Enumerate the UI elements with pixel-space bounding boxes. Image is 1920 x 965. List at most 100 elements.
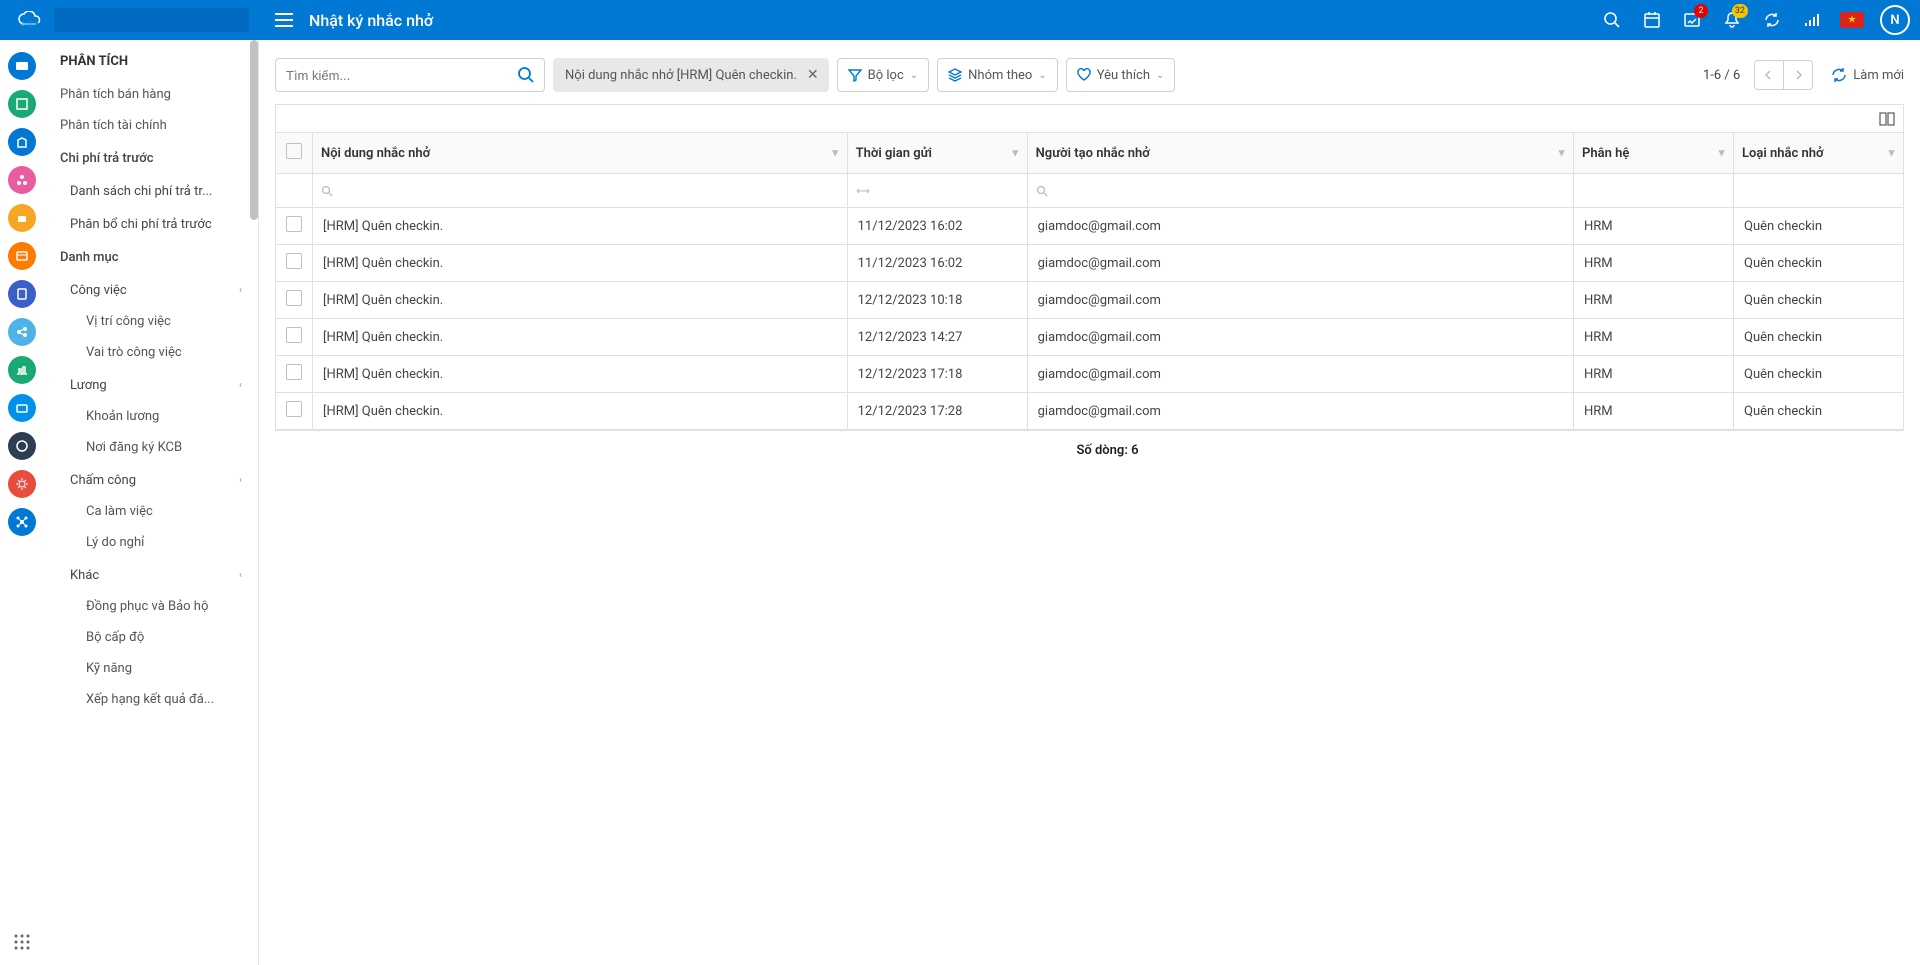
search-button[interactable] [1594,2,1630,38]
sync-button[interactable] [1754,2,1790,38]
sidebar-item-14[interactable]: Lý do nghỉ [44,527,258,558]
filter-cell-creator[interactable] [1027,174,1573,208]
rail-icon-8[interactable] [8,356,36,384]
rail-icon-4[interactable] [8,204,36,232]
filter-cell-type[interactable] [1734,174,1904,208]
rail-icon-9[interactable] [8,394,36,422]
inbox-button[interactable]: 2 [1674,2,1710,38]
filter-cell-time[interactable] [847,174,1027,208]
signal-button[interactable] [1794,2,1830,38]
row-checkbox[interactable] [286,216,302,232]
rail-icon-2[interactable] [8,128,36,156]
cell-type: Quên checkin [1734,208,1904,245]
col-header-module[interactable]: Phân hệ▼ [1574,133,1734,174]
sidebar-item-8[interactable]: Vai trò công việc [44,337,258,368]
toolbar: Nội dung nhắc nhở [HRM] Quên checkin. ✕ … [259,40,1920,104]
table-row[interactable]: [HRM] Quên checkin.11/12/2023 16:02giamd… [276,245,1904,282]
table-footer: Số dòng: 6 [275,431,1904,471]
col-header-creator[interactable]: Người tạo nhắc nhở▼ [1027,133,1573,174]
user-avatar[interactable]: N [1880,5,1910,35]
logo[interactable] [10,11,50,29]
col-filter-icon[interactable]: ▼ [1010,147,1021,160]
sidebar-item-19[interactable]: Xếp hạng kết quả đá... [44,684,258,715]
search-input[interactable] [276,68,508,83]
group-dropdown[interactable]: Nhóm theo ⌄ [937,58,1058,92]
filter-cell-module[interactable] [1574,174,1734,208]
language-button[interactable]: ★ [1834,2,1870,38]
rail-icon-12[interactable] [8,508,36,536]
cell-content: [HRM] Quên checkin. [313,319,848,356]
sidebar-item-3[interactable]: Danh sách chi phí trả tr... [44,174,258,207]
sidebar-item-2[interactable]: Chi phí trả trước [44,141,258,174]
rail-icon-0[interactable] [8,52,36,80]
rail-icon-7[interactable] [8,318,36,346]
sidebar-item-9[interactable]: Lương‹ [44,368,258,401]
filter-cell-content[interactable] [313,174,848,208]
rail-icon-5[interactable] [8,242,36,270]
row-checkbox[interactable] [286,253,302,269]
sidebar-item-6[interactable]: Công việc‹ [44,273,258,306]
sidebar-scrollbar[interactable] [250,40,258,965]
select-all-checkbox[interactable] [286,143,302,159]
prev-page-button[interactable] [1754,60,1784,90]
table-row[interactable]: [HRM] Quên checkin.12/12/2023 17:28giamd… [276,393,1904,430]
rail-icon-1[interactable] [8,90,36,118]
sidebar-item-17[interactable]: Bộ cấp độ [44,622,258,653]
remove-filter-button[interactable]: ✕ [805,65,821,85]
rail-icon-6[interactable] [8,280,36,308]
column-settings-button[interactable] [1879,111,1895,127]
signal-icon [1803,11,1821,29]
col-filter-icon[interactable]: ▼ [1556,147,1567,160]
sidebar-item-12[interactable]: Chấm công‹ [44,463,258,496]
next-page-button[interactable] [1783,60,1813,90]
col-filter-icon[interactable]: ▼ [1716,147,1727,160]
cell-module: HRM [1574,282,1734,319]
col-header-type[interactable]: Loại nhắc nhở▼ [1734,133,1904,174]
col-header-content[interactable]: Nội dung nhắc nhở▼ [313,133,848,174]
rail-icon-10[interactable] [8,432,36,460]
menu-toggle-button[interactable] [269,7,299,33]
favorite-dropdown[interactable]: Yêu thích ⌄ [1066,58,1176,92]
cell-module: HRM [1574,319,1734,356]
sidebar-item-11[interactable]: Nơi đăng ký KCB [44,432,258,463]
col-header-time[interactable]: Thời gian gửi▼ [847,133,1027,174]
sidebar-item-1[interactable]: Phân tích tài chính [44,110,258,141]
active-filter-text: Nội dung nhắc nhở [HRM] Quên checkin. [565,68,797,83]
sidebar-item-4[interactable]: Phân bổ chi phí trả trước [44,207,258,240]
apps-grid-button[interactable] [13,933,31,965]
rail-icon-11[interactable] [8,470,36,498]
rail-icon-3[interactable] [8,166,36,194]
table-row[interactable]: [HRM] Quên checkin.11/12/2023 16:02giamd… [276,208,1904,245]
table-row[interactable]: [HRM] Quên checkin.12/12/2023 14:27giamd… [276,319,1904,356]
row-checkbox[interactable] [286,401,302,417]
sidebar-item-10[interactable]: Khoản lương [44,401,258,432]
sidebar: PHÂN TÍCH Phân tích bán hàngPhân tích tà… [44,40,259,965]
sidebar-item-0[interactable]: Phân tích bán hàng [44,79,258,110]
refresh-button[interactable]: Làm mới [1831,67,1904,83]
notifications-button[interactable]: 32 [1714,2,1750,38]
sidebar-item-16[interactable]: Đồng phục và Bảo hộ [44,591,258,622]
row-checkbox[interactable] [286,290,302,306]
refresh-icon [1831,67,1847,83]
cell-module: HRM [1574,393,1734,430]
sidebar-item-15[interactable]: Khác‹ [44,558,258,591]
sidebar-item-18[interactable]: Kỹ năng [44,653,258,684]
table-row[interactable]: [HRM] Quên checkin.12/12/2023 10:18giamd… [276,282,1904,319]
chevron-right-icon [1793,70,1803,80]
sidebar-item-7[interactable]: Vị trí công việc [44,306,258,337]
filter-dropdown[interactable]: Bộ lọc ⌄ [837,58,930,92]
cell-content: [HRM] Quên checkin. [313,208,848,245]
calendar-button[interactable] [1634,2,1670,38]
sidebar-heading: PHÂN TÍCH [44,40,258,79]
row-checkbox[interactable] [286,327,302,343]
table-row[interactable]: [HRM] Quên checkin.12/12/2023 17:18giamd… [276,356,1904,393]
row-checkbox[interactable] [286,364,302,380]
sidebar-item-13[interactable]: Ca làm việc [44,496,258,527]
col-filter-icon[interactable]: ▼ [830,147,841,160]
search-button[interactable] [508,59,544,91]
cell-time: 12/12/2023 17:18 [847,356,1027,393]
search-icon [517,66,535,84]
sidebar-item-5[interactable]: Danh mục [44,240,258,273]
col-filter-icon[interactable]: ▼ [1886,147,1897,160]
header-actions: 2 32 ★ N [1594,2,1910,38]
